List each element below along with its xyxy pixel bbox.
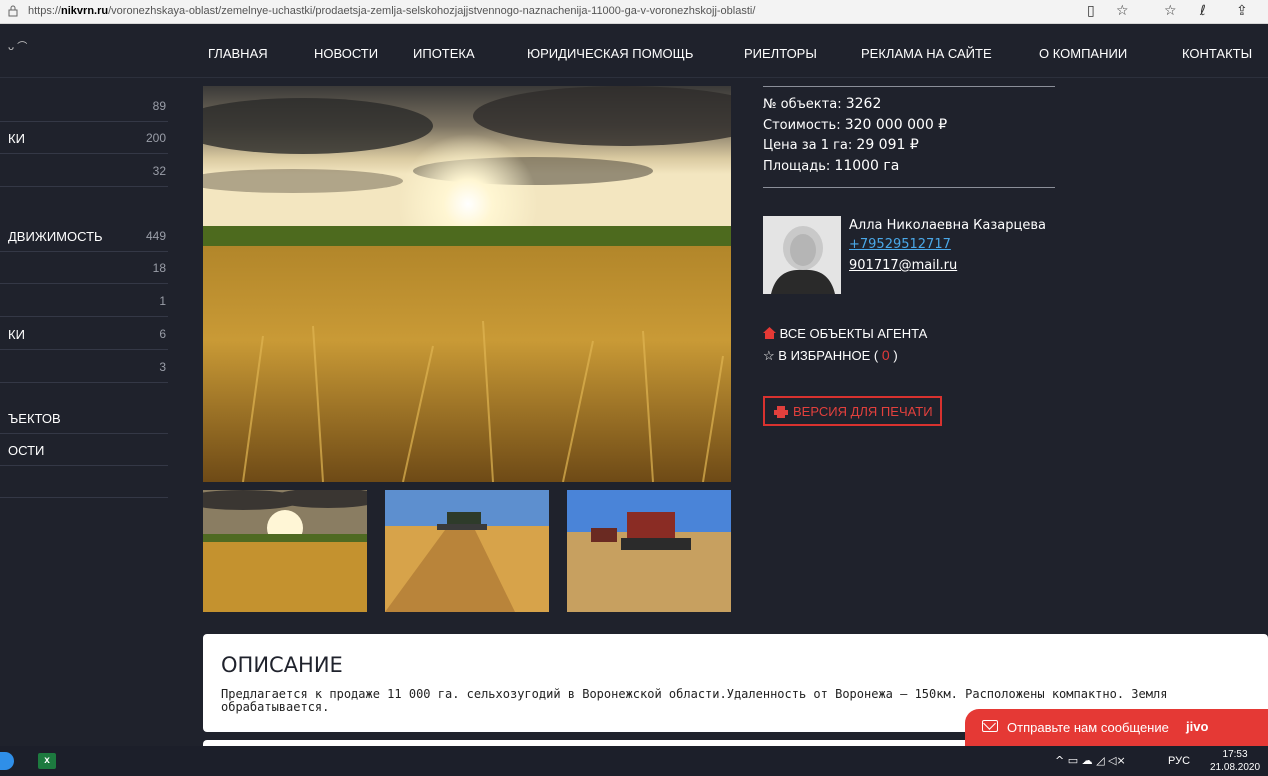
sidebar-item-count: 18	[152, 261, 166, 275]
sidebar-item[interactable]: 1	[0, 285, 168, 317]
sidebar-item-count: 32	[152, 164, 166, 178]
language-indicator[interactable]: РУС	[1168, 755, 1190, 767]
sidebar-item[interactable]: 32	[0, 155, 168, 187]
agent-email-link[interactable]: 901717@mail.ru	[849, 258, 957, 273]
divider	[763, 187, 1055, 188]
lock-icon	[8, 5, 18, 17]
price-per-hectare: Цена за 1 га: 29 091 ₽	[763, 137, 919, 153]
nav-item-realtors[interactable]: РИЕЛТОРЫ	[744, 46, 817, 61]
main-photo[interactable]	[203, 86, 731, 482]
sidebar-item-count: 449	[145, 229, 166, 243]
sidebar-item[interactable]	[0, 466, 168, 498]
sidebar-item[interactable]: ОСТИ	[0, 434, 168, 466]
nav-item-advertising[interactable]: РЕКЛАМА НА САЙТЕ	[861, 46, 992, 61]
browser-address-bar[interactable]: https://nikvrn.ru/voronezhskaya-oblast/z…	[0, 0, 1268, 24]
system-tray-icons[interactable]: ^ ▭ ☁ ◿ ◁×	[1055, 754, 1126, 767]
sidebar-item-count: 1	[159, 294, 166, 308]
sidebar-item[interactable]: КИ 6	[0, 318, 168, 350]
pen-icon[interactable]: ℓ	[1200, 3, 1206, 19]
nav-item-mortgage[interactable]: ИПОТЕКА	[413, 46, 475, 61]
nav-item-contacts[interactable]: КОНТАКТЫ	[1182, 46, 1252, 61]
reading-view-icon[interactable]: ▯	[1087, 3, 1095, 19]
sidebar-item[interactable]: ДВИЖИМОСТЬ 449	[0, 220, 168, 252]
nav-item-legal[interactable]: ЮРИДИЧЕСКАЯ ПОМОЩЬ	[527, 46, 693, 61]
favorite-star-icon[interactable]: ☆	[1116, 3, 1129, 19]
print-version-button[interactable]: ВЕРСИЯ ДЛЯ ПЕЧАТИ	[763, 396, 942, 426]
description-title: ОПИСАНИЕ	[221, 653, 343, 677]
taskbar: x ^ ▭ ☁ ◿ ◁× РУС 17:53 21.08.2020	[0, 746, 1268, 776]
sidebar-item[interactable]: 18	[0, 252, 168, 284]
printer-icon	[774, 406, 788, 418]
nav-item-news[interactable]: НОВОСТИ	[314, 46, 378, 61]
favorites-bar-icon[interactable]: ☆	[1164, 3, 1177, 19]
sidebar-item-count: 6	[159, 327, 166, 341]
agent-phone-link[interactable]: +79529512717	[849, 237, 951, 252]
favorites-count: 0	[881, 347, 890, 363]
sidebar-item-count: 89	[152, 99, 166, 113]
jivo-logo: jivo	[1186, 719, 1209, 734]
chat-widget[interactable]: Отправьте нам сообщение jivo	[965, 709, 1268, 746]
agent-name: Алла Николаевна Казарцева	[849, 218, 1046, 233]
envelope-icon	[982, 720, 998, 732]
excel-icon[interactable]: x	[38, 753, 56, 769]
all-agent-objects-link[interactable]: ВСЕ ОБЪЕКТЫ АГЕНТА	[763, 326, 927, 341]
nav-item-about[interactable]: О КОМПАНИИ	[1039, 46, 1127, 61]
star-icon: ☆	[763, 348, 775, 363]
thumbnail-2[interactable]	[385, 490, 549, 612]
thumbnail-3[interactable]	[567, 490, 731, 612]
sidebar-item-count: 3	[159, 360, 166, 374]
sidebar-item[interactable]: 89	[0, 90, 168, 122]
area: Площадь: 11000 га	[763, 158, 900, 174]
avatar	[763, 216, 841, 294]
sidebar-item[interactable]: КИ 200	[0, 122, 168, 154]
nav-item-main[interactable]: ГЛАВНАЯ	[208, 46, 268, 61]
sidebar-item[interactable]: ЪЕКТОВ	[0, 402, 168, 434]
site-nav: ᴗ ⌒ ГЛАВНАЯ НОВОСТИ ИПОТЕКА ЮРИДИЧЕСКАЯ …	[0, 24, 1268, 78]
clock[interactable]: 17:53 21.08.2020	[1210, 748, 1260, 774]
share-icon[interactable]: ⇪	[1236, 3, 1248, 19]
home-icon	[763, 327, 776, 339]
price: Стоимость: 320 000 000 ₽	[763, 117, 948, 133]
start-icon[interactable]	[0, 752, 14, 770]
object-number: № объекта: 3262	[763, 96, 882, 112]
thumbnail-1[interactable]	[203, 490, 367, 612]
sidebar-item[interactable]: 3	[0, 351, 168, 383]
url-text[interactable]: https://nikvrn.ru/voronezhskaya-oblast/z…	[28, 5, 755, 17]
divider	[763, 86, 1055, 87]
sidebar-item-count: 200	[145, 131, 166, 145]
add-to-favorites-link[interactable]: ☆ В ИЗБРАННОЕ ( 0 )	[763, 347, 898, 364]
site-logo[interactable]: ᴗ ⌒	[8, 38, 27, 53]
